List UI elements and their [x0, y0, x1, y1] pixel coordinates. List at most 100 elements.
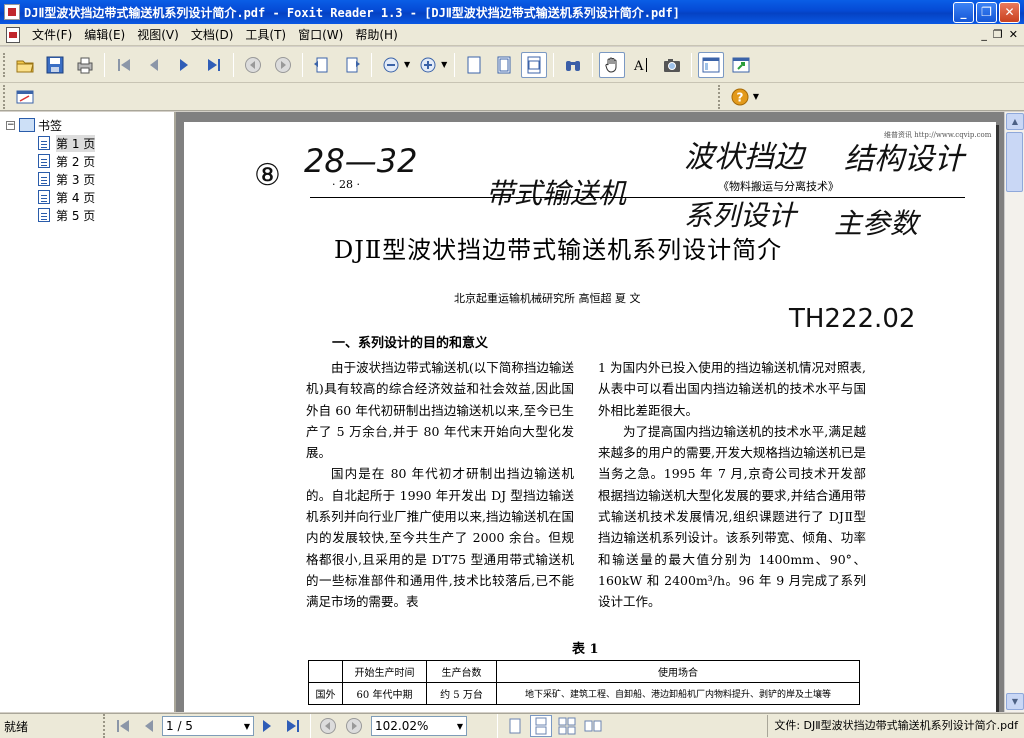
handwritten-note-3: 带式输送机 — [486, 177, 627, 210]
paragraph: 由于波状挡边带式输送机(以下简称挡边输送机)具有较高的综合经济效益和社会效益,因… — [306, 360, 574, 461]
bookmark-root[interactable]: − 书签 — [6, 116, 174, 134]
fit-width-button[interactable] — [521, 51, 548, 78]
doc-close-button[interactable]: ✕ — [1009, 28, 1018, 41]
single-page-icon — [509, 718, 521, 734]
bookmark-label: 第 4 页 — [56, 190, 96, 205]
bookmark-tree: − 书签 第 1 页 第 2 页 第 3 页 第 4 页 第 5 页 — [0, 112, 174, 224]
title-bar[interactable]: DJⅡ型波状挡边带式输送机系列设计简介.pdf - Foxit Reader 1… — [0, 0, 1024, 24]
first-page-button[interactable] — [111, 52, 137, 78]
status-next-page-button[interactable] — [256, 715, 278, 737]
forward-button[interactable] — [270, 52, 296, 78]
next-page-button[interactable] — [171, 52, 197, 78]
toolbar-grip[interactable] — [3, 84, 7, 109]
rotate-left-button[interactable] — [309, 52, 335, 78]
menu-help[interactable]: 帮助(H) — [349, 24, 403, 46]
foxit-app-icon[interactable] — [4, 4, 20, 20]
facing-layout-button[interactable] — [582, 715, 604, 737]
zoom-out-dropdown[interactable]: ▼ — [404, 60, 410, 69]
toolbar-separator — [592, 52, 594, 77]
menu-document[interactable]: 文档(D) — [185, 24, 240, 46]
zoom-dropdown-arrow[interactable]: ▼ — [457, 722, 463, 731]
status-previous-page-button[interactable] — [138, 715, 160, 737]
facing-continuous-layout-button[interactable] — [556, 715, 578, 737]
help-button[interactable]: ? — [727, 84, 753, 110]
toolbar-grip[interactable] — [717, 84, 722, 109]
status-last-page-button[interactable] — [282, 715, 304, 737]
handwritten-note-5: 主参数 — [834, 207, 919, 240]
toolbar-separator — [553, 52, 555, 77]
status-forward-button[interactable] — [343, 715, 365, 737]
full-screen-button[interactable] — [728, 52, 754, 78]
bookmarks-panel: − 书签 第 1 页 第 2 页 第 3 页 第 4 页 第 5 页 — [0, 112, 176, 712]
menu-view[interactable]: 视图(V) — [131, 24, 185, 46]
paragraph: 1 为国内外已投入使用的挡边输送机情况对照表,从表中可以看出国内挡边输送机的技术… — [598, 360, 866, 418]
continuous-layout-button[interactable] — [530, 715, 552, 737]
close-button[interactable]: ✕ — [999, 1, 1020, 23]
page-icon — [38, 172, 50, 186]
fit-page-button[interactable] — [491, 52, 517, 78]
zoom-in-button[interactable] — [415, 52, 441, 78]
camera-icon — [664, 58, 681, 72]
bookmark-page-2[interactable]: 第 2 页 — [6, 152, 174, 170]
open-button[interactable] — [12, 52, 38, 78]
zoom-out-button[interactable] — [378, 52, 404, 78]
page-icon — [38, 154, 50, 168]
doc-minimize-button[interactable]: _ — [981, 28, 987, 41]
save-button[interactable] — [42, 52, 68, 78]
collapse-toggle[interactable]: − — [6, 120, 15, 130]
properties-button[interactable] — [12, 84, 38, 110]
bookmark-page-1[interactable]: 第 1 页 — [6, 134, 174, 152]
status-back-button[interactable] — [317, 715, 339, 737]
menu-tools[interactable]: 工具(T) — [239, 24, 292, 46]
scroll-down-arrow[interactable]: ▼ — [1006, 693, 1024, 710]
help-dropdown[interactable]: ▼ — [753, 92, 759, 101]
menu-file[interactable]: 文件(F) — [26, 24, 78, 46]
toolbar-grip[interactable] — [103, 714, 107, 738]
bookmark-page-4[interactable]: 第 4 页 — [6, 188, 174, 206]
pdf-page[interactable]: 维普资讯 http://www.cqvip.com ⑧ 28—32 波状挡边 结… — [184, 122, 996, 712]
last-page-icon — [208, 58, 220, 71]
restore-button[interactable]: ❐ — [976, 1, 997, 23]
vertical-scrollbar[interactable]: ▲ ▼ — [1004, 112, 1024, 712]
actual-size-button[interactable] — [461, 52, 487, 78]
document-view[interactable]: 维普资讯 http://www.cqvip.com ⑧ 28—32 波状挡边 结… — [176, 112, 1004, 712]
status-first-page-button[interactable] — [112, 715, 134, 737]
menu-edit[interactable]: 编辑(E) — [78, 24, 131, 46]
back-icon — [245, 56, 261, 73]
bookmark-label: 第 5 页 — [56, 208, 96, 223]
hand-tool-button[interactable] — [599, 51, 626, 78]
zoom-level-field[interactable]: 102.02% ▼ — [371, 716, 467, 736]
rotate-right-button[interactable] — [339, 52, 365, 78]
bookmarks-panel-button[interactable] — [698, 51, 725, 78]
single-page-layout-button[interactable] — [504, 715, 526, 737]
minimize-button[interactable]: _ — [953, 1, 974, 23]
doc-restore-button[interactable]: ❐ — [993, 28, 1003, 41]
secondary-toolbar: ? ▼ — [0, 83, 1024, 111]
hand-icon — [605, 57, 617, 73]
menu-window[interactable]: 窗口(W) — [292, 24, 349, 46]
table-header-cell — [308, 660, 343, 683]
fit-width-icon — [527, 56, 541, 73]
zoom-in-dropdown[interactable]: ▼ — [441, 60, 447, 69]
scroll-up-arrow[interactable]: ▲ — [1006, 113, 1024, 130]
toolbar-grip[interactable] — [3, 52, 7, 77]
document-icon[interactable] — [6, 26, 20, 43]
snapshot-button[interactable] — [659, 52, 685, 78]
last-page-button[interactable] — [201, 52, 227, 78]
scroll-thumb[interactable] — [1006, 132, 1023, 192]
svg-text:A: A — [633, 59, 644, 74]
find-button[interactable] — [560, 52, 586, 78]
previous-page-icon — [150, 58, 158, 71]
page-dropdown-arrow[interactable]: ▼ — [244, 722, 250, 731]
page-icon — [38, 136, 50, 150]
bookmark-page-5[interactable]: 第 5 页 — [6, 206, 174, 224]
back-button[interactable] — [240, 52, 266, 78]
text-select-button[interactable]: A — [629, 52, 655, 78]
bookmark-label: 第 1 页 — [56, 134, 96, 152]
page-number-field[interactable]: 1 / 5 ▼ — [162, 716, 254, 736]
bookmark-page-3[interactable]: 第 3 页 — [6, 170, 174, 188]
print-button[interactable] — [72, 52, 98, 78]
window-title: DJⅡ型波状挡边带式输送机系列设计简介.pdf - Foxit Reader 1… — [24, 5, 680, 20]
table-header-cell: 开始生产时间 — [342, 660, 427, 683]
previous-page-button[interactable] — [141, 52, 167, 78]
